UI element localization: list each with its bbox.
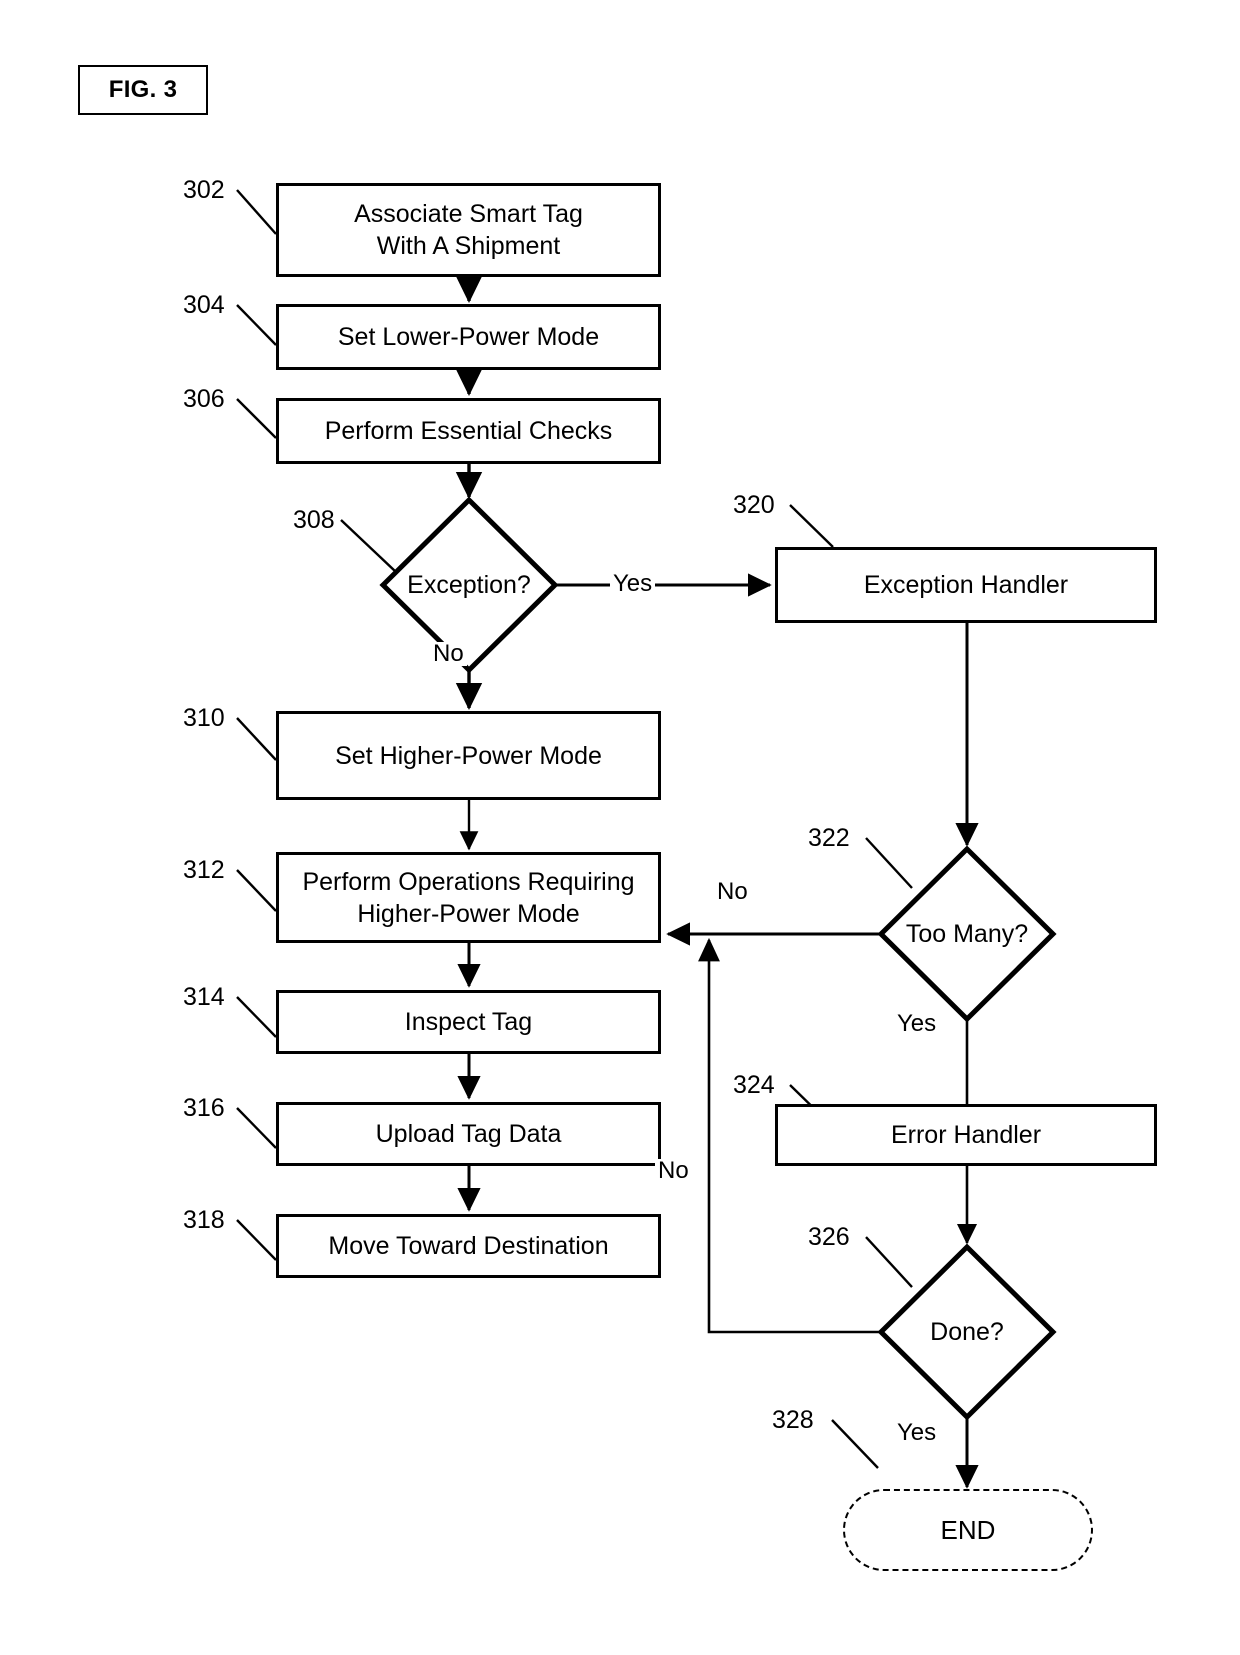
leader-line-306 [236,398,277,439]
node-312-perform-operations: Perform Operations Requiring Higher-Powe… [276,852,661,943]
node-314-label: Inspect Tag [404,1008,533,1036]
node-320-exception-handler: Exception Handler [775,547,1157,623]
leader-line-318 [236,1219,277,1261]
ref-numeral-322: 322 [808,824,850,852]
leader-line-316 [236,1107,277,1149]
ref-numeral-328: 328 [772,1406,814,1434]
figure-label: FIG. 3 [78,65,208,115]
node-306-perform-essential-checks: Perform Essential Checks [276,398,661,464]
ref-numeral-324: 324 [733,1071,775,1099]
node-324-label: Error Handler [890,1121,1042,1149]
ref-numeral-326: 326 [808,1223,850,1251]
ref-numeral-302: 302 [183,176,225,204]
node-318-label: Move Toward Destination [328,1232,609,1260]
node-312-label: Perform Operations Requiring Higher-Powe… [302,867,635,928]
node-310-label: Set Higher-Power Mode [335,741,602,770]
node-308-label: Exception? [407,571,531,599]
leader-line-308 [340,519,397,573]
ref-numeral-318: 318 [183,1206,225,1234]
node-320-label: Exception Handler [863,571,1069,599]
ref-numeral-304: 304 [183,291,225,319]
ref-numeral-316: 316 [183,1094,225,1122]
leader-line-304 [236,304,277,346]
leader-line-314 [236,996,277,1038]
leader-line-320 [789,504,834,548]
node-302-label: Associate Smart Tag With A Shipment [354,200,583,260]
leader-line-328 [831,1419,879,1469]
edge-label-exception-no: No [430,642,467,666]
node-304-label: Set Lower-Power Mode [337,323,600,351]
leader-line-322 [865,837,913,889]
leader-line-302 [236,189,277,235]
ref-numeral-314: 314 [183,983,225,1011]
node-304-set-lower-power-mode: Set Lower-Power Mode [276,304,661,370]
edge-label-too-many-no: No [714,880,751,904]
node-316-upload-tag-data: Upload Tag Data [276,1102,661,1166]
edge-label-exception-yes: Yes [610,572,656,596]
node-316-label: Upload Tag Data [375,1120,562,1148]
node-328-end-terminator: END [843,1489,1093,1571]
ref-numeral-308: 308 [293,506,335,534]
node-314-inspect-tag: Inspect Tag [276,990,661,1054]
edge-label-done-yes: Yes [894,1421,940,1445]
ref-numeral-306: 306 [183,385,225,413]
node-310-set-higher-power-mode: Set Higher-Power Mode [276,711,661,800]
node-318-move-toward-destination: Move Toward Destination [276,1214,661,1278]
flowchart-canvas: FIG. 3 Associate Smart Tag With A Shipme… [0,0,1240,1655]
node-302-associate-smart-tag: Associate Smart Tag With A Shipment [276,183,661,277]
node-326-label: Done? [930,1318,1004,1346]
ref-numeral-320: 320 [733,491,775,519]
edge-label-too-many-yes: Yes [894,1012,940,1036]
node-324-error-handler: Error Handler [775,1104,1157,1166]
leader-line-326 [865,1236,913,1288]
ref-numeral-310: 310 [183,704,225,732]
ref-numeral-312: 312 [183,856,225,884]
node-322-label: Too Many? [905,920,1029,948]
edge-label-done-no: No [655,1159,692,1183]
leader-line-312 [236,869,277,912]
node-306-label: Perform Essential Checks [324,417,613,445]
node-328-label: END [940,1514,996,1545]
leader-line-310 [236,717,277,761]
